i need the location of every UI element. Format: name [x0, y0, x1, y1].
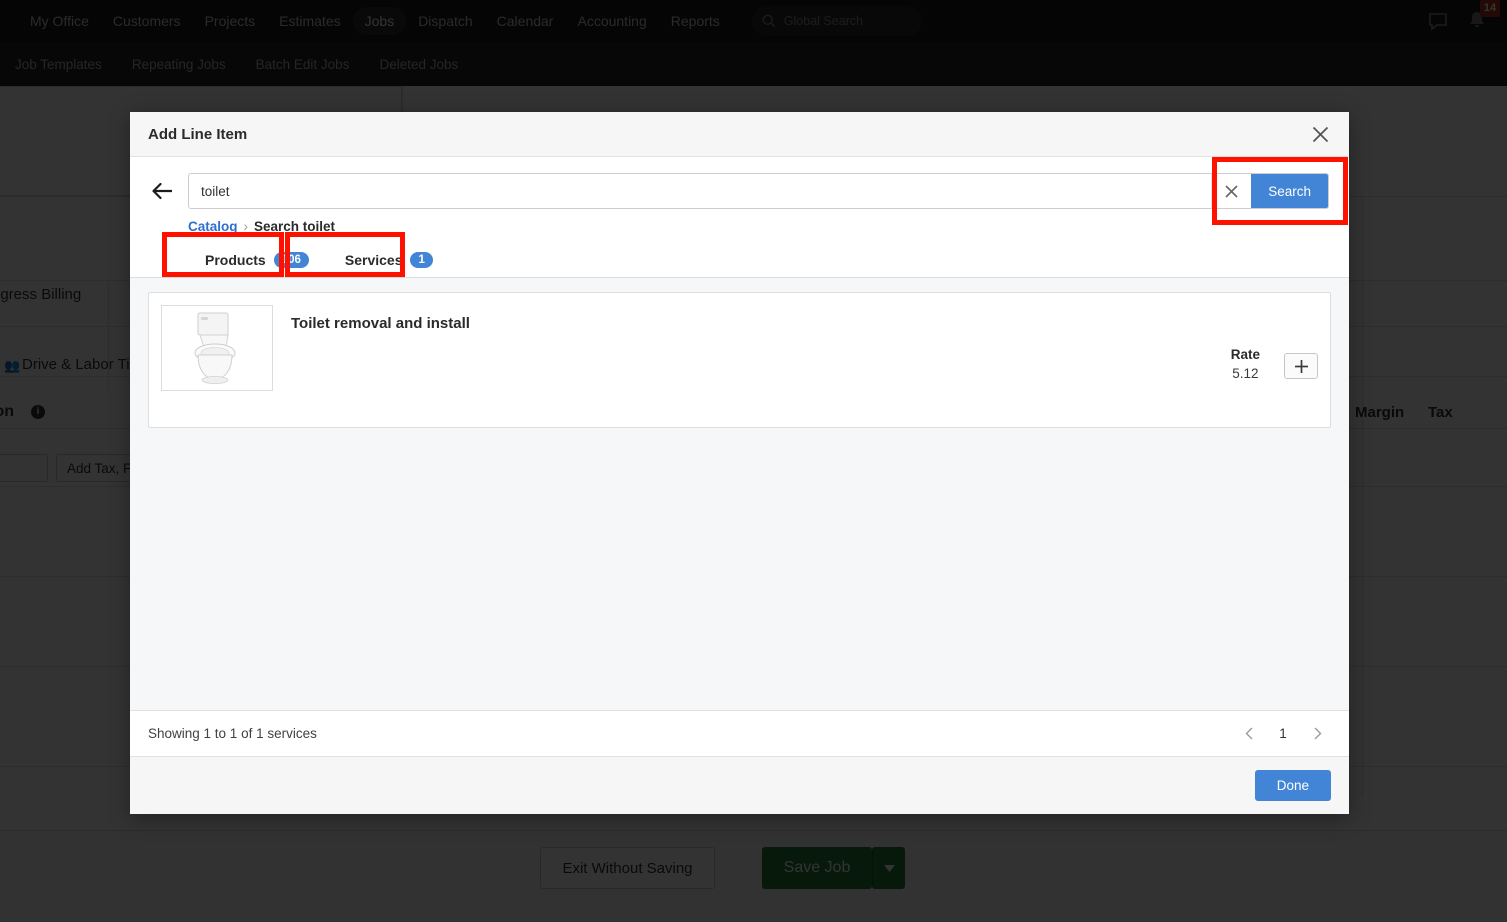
back-arrow-icon[interactable] [150, 178, 176, 204]
tab-services-label: Services [344, 252, 403, 268]
search-button[interactable]: Search [1251, 174, 1328, 208]
breadcrumb-catalog-link[interactable]: Catalog [188, 219, 238, 234]
tab-services-count: 1 [410, 252, 433, 268]
add-line-item-modal: Add Line Item Search [130, 112, 1349, 814]
modal-header: Add Line Item [130, 112, 1349, 157]
chevron-left-glyph [1245, 727, 1252, 740]
list-item-title: Toilet removal and install [291, 315, 470, 332]
modal-title: Add Line Item [148, 125, 248, 143]
rate-label: Rate [1230, 347, 1260, 362]
tab-products-count: 106 [273, 252, 309, 268]
page-number-1[interactable]: 1 [1269, 720, 1297, 748]
search-field-wrapper: Search [188, 173, 1329, 209]
tab-services[interactable]: Services 1 [327, 242, 450, 277]
toilet-product-image [161, 305, 273, 391]
search-input[interactable] [189, 174, 1212, 208]
back-arrow-glyph [152, 182, 172, 200]
chevron-left-icon[interactable] [1235, 720, 1263, 748]
chevron-right-icon[interactable] [1303, 720, 1331, 748]
add-line-item-plus-button[interactable] [1284, 353, 1318, 379]
modal-search-row: Search [130, 157, 1349, 209]
plus-icon [1294, 359, 1308, 373]
close-icon[interactable] [1309, 123, 1331, 145]
list-item[interactable]: Toilet removal and install Rate 5.12 [148, 292, 1331, 428]
clear-x-icon[interactable] [1211, 174, 1252, 208]
chevron-right-glyph [1314, 727, 1321, 740]
breadcrumb: Catalog › Search toilet [130, 209, 1349, 234]
results-footer: Showing 1 to 1 of 1 services 1 [130, 710, 1349, 756]
breadcrumb-current: Search toilet [254, 219, 336, 234]
breadcrumb-separator-icon: › [243, 219, 249, 234]
done-button[interactable]: Done [1254, 770, 1331, 801]
modal-footer: Done [130, 756, 1349, 814]
pagination: 1 [1235, 720, 1331, 748]
clear-x-glyph [1225, 184, 1238, 198]
toilet-illustration [194, 312, 236, 384]
tab-products[interactable]: Products 106 [188, 242, 326, 277]
search-results-area: Toilet removal and install Rate 5.12 [130, 278, 1349, 710]
close-x-glyph [1312, 126, 1328, 142]
tab-products-label: Products [205, 252, 266, 268]
rate-block: Rate 5.12 [1231, 347, 1260, 381]
catalog-tabs: Products 106 Services 1 [130, 234, 1349, 278]
showing-count-text: Showing 1 to 1 of 1 services [148, 726, 317, 741]
rate-value: 5.12 [1232, 366, 1259, 381]
